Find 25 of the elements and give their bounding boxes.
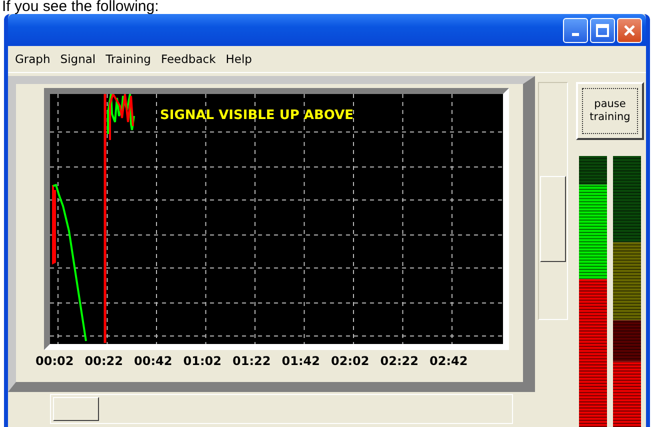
axis-label: 01:22 (232, 354, 272, 368)
menu-item[interactable]: Feedback (156, 52, 221, 66)
axis-label: 00:02 (34, 354, 75, 368)
axis-label: 01:42 (280, 354, 321, 368)
pause-button[interactable]: pause training (576, 82, 644, 140)
axis-label: 02:02 (330, 354, 370, 368)
menu-item[interactable]: Training (100, 52, 156, 66)
close-button[interactable] (617, 18, 642, 42)
minimize-icon (572, 32, 579, 36)
signal-warning: SIGNAL VISIBLE UP ABOVE (160, 108, 354, 123)
page-text: If you see the following: (1, 0, 160, 14)
maximize-icon (596, 24, 609, 36)
axis-label: 02:42 (428, 354, 469, 368)
minimize-button[interactable] (563, 18, 588, 42)
axis-label: 00:42 (133, 354, 174, 368)
menu-item[interactable]: Signal (55, 52, 101, 66)
axis-label: 00:22 (84, 354, 124, 368)
scroll-thumb[interactable] (53, 397, 99, 421)
slider-thumb[interactable] (540, 176, 566, 262)
axis-label: 01:02 (182, 354, 222, 368)
maximize-button[interactable] (590, 18, 615, 42)
menu-item[interactable]: Help (220, 52, 257, 66)
axis-label: 02:22 (379, 354, 420, 368)
close-icon (623, 24, 636, 36)
menu-item[interactable]: Graph (10, 52, 56, 66)
